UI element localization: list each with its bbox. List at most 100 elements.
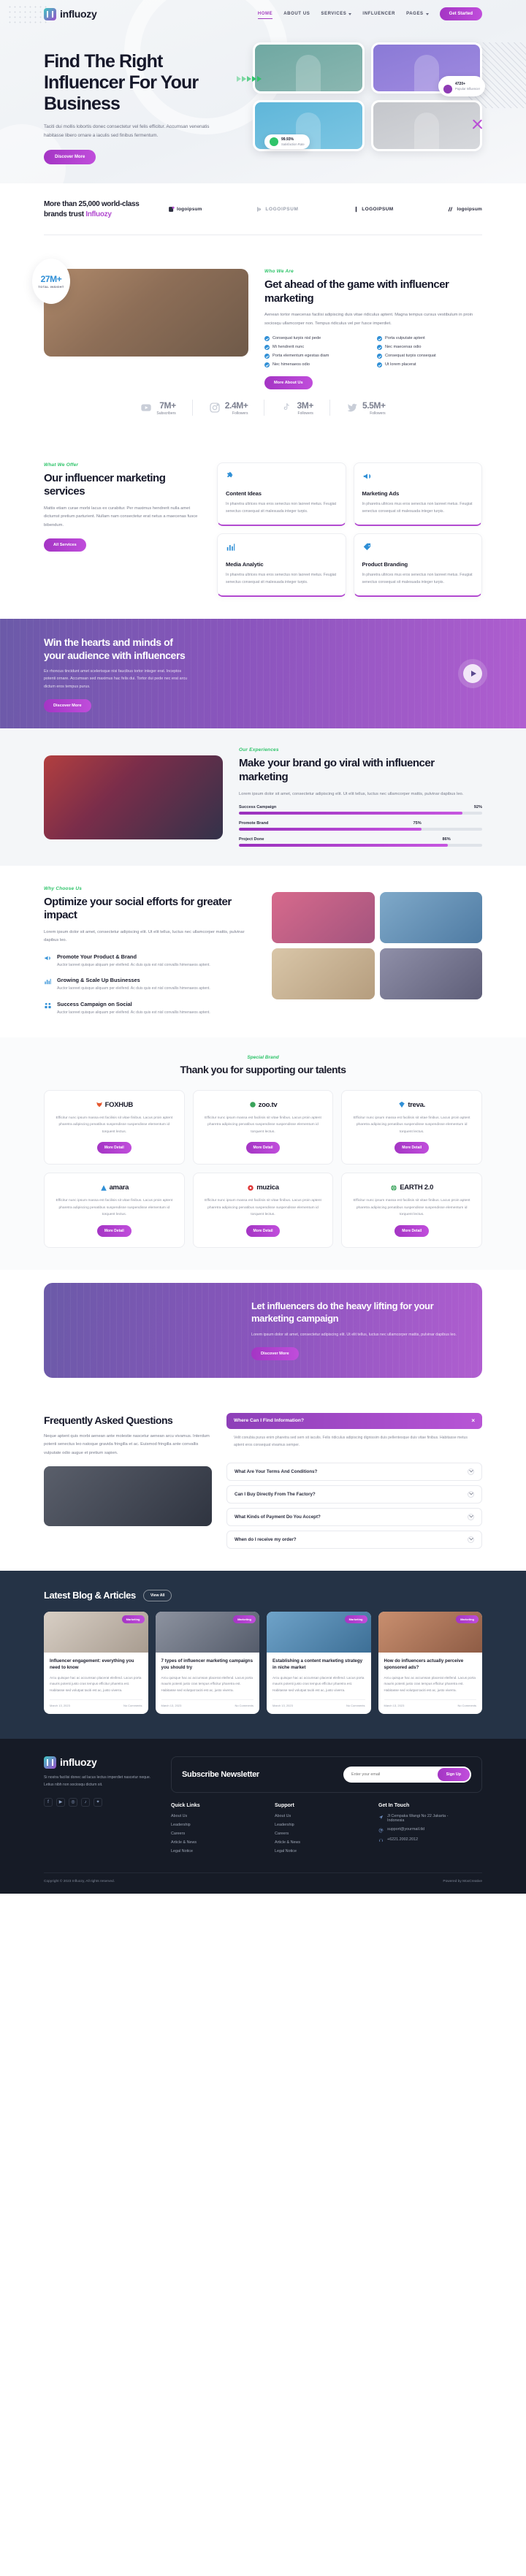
service-card-title: Media Analytic	[226, 561, 264, 568]
who-title: Get ahead of the game with influencer ma…	[264, 278, 449, 305]
get-started-button[interactable]: Get Started	[439, 7, 482, 20]
contact-email[interactable]: support@yourmail.tld	[378, 1827, 465, 1833]
sponsor-more-detail-button[interactable]: More Detail	[245, 1224, 281, 1237]
sponsor-logo-label: muzica	[256, 1184, 279, 1192]
who-checklist: Consequat turpis nisl pede Porta vulputa…	[264, 335, 482, 367]
post-excerpt: Arcu quisque hac ac accumsan placerat el…	[272, 1675, 365, 1693]
footer-logo[interactable]: influozy	[44, 1756, 153, 1769]
video-cta-button[interactable]: Discover More	[44, 698, 91, 712]
headset-icon	[379, 1838, 383, 1842]
faq-item-factory[interactable]: Can I Buy Directly From The Factory?	[226, 1485, 482, 1504]
instagram-icon[interactable]: ◎	[69, 1797, 77, 1807]
faq-question: Where Can I Find Information?	[234, 1418, 304, 1424]
footer-link[interactable]: Careers	[275, 1832, 361, 1836]
sponsor-card-zootv[interactable]: zoo.tv Efficitur nunc ipsum massa est fa…	[192, 1089, 334, 1165]
newsletter-signup-button[interactable]: Sign Up	[437, 1767, 470, 1781]
faq-item-open[interactable]: Where Can I Find Information? ×	[226, 1412, 482, 1429]
brand-logo-3: LOGOIPSUM	[353, 206, 393, 213]
blog-post-4[interactable]: Marketing How do influencers actually pe…	[378, 1611, 482, 1714]
nav-item-influencer[interactable]: INFLUENCER	[362, 12, 395, 16]
more-about-us-button[interactable]: More About Us	[264, 376, 313, 389]
faq-item-terms[interactable]: What Are Your Terms And Conditions?	[226, 1462, 482, 1481]
muzica-icon	[248, 1185, 254, 1191]
footer-link[interactable]: Leadership	[275, 1823, 361, 1827]
progress-value: 75%	[413, 820, 422, 826]
footer-link[interactable]: Legal Notice	[171, 1849, 257, 1853]
checklist-label: Mi hendrerit nunc	[272, 345, 305, 350]
service-card-content-ideas[interactable]: Content Ideas In pharetra ultrices mus e…	[217, 462, 346, 527]
service-card-marketing-ads[interactable]: Marketing Ads In pharetra ultrices mus e…	[353, 462, 482, 527]
sponsor-more-detail-button[interactable]: More Detail	[96, 1142, 132, 1154]
footer-link[interactable]: About Us	[171, 1814, 257, 1818]
chevron-down-icon	[468, 1513, 474, 1520]
sponsor-more-detail-button[interactable]: More Detail	[394, 1224, 430, 1237]
contact-phone[interactable]: +6221.2002.2012	[378, 1837, 465, 1843]
blog-post-1[interactable]: Marketing Influencer engagement: everyth…	[44, 1611, 148, 1714]
footer-link[interactable]: About Us	[275, 1814, 361, 1818]
post-comments: No Comments	[123, 1703, 142, 1707]
why-paragraph: Lorem ipsum dolor sit amet, consectetur …	[44, 930, 245, 943]
badge-label: Satisfaction Rate	[281, 142, 305, 146]
tiktok-icon[interactable]: ♪	[81, 1797, 90, 1807]
service-card-product-branding[interactable]: Product Branding In pharetra ultrices mu…	[353, 533, 482, 598]
stat-value: 7M+	[159, 400, 176, 411]
nav-item-pages[interactable]: PAGES	[406, 12, 429, 16]
footer-link[interactable]: Article & News	[171, 1840, 257, 1845]
brand-logo[interactable]: influozy	[44, 7, 97, 20]
sponsor-more-detail-button[interactable]: More Detail	[96, 1224, 132, 1237]
blog-post-2[interactable]: Marketing 7 types of influencer marketin…	[155, 1611, 259, 1714]
check-circle-icon	[264, 362, 270, 367]
youtube-icon	[141, 404, 152, 411]
newsletter-form: Sign Up	[343, 1766, 471, 1783]
twitter-icon[interactable]: ✦	[94, 1797, 102, 1807]
checklist-label: Consequat turpis nisl pede	[272, 336, 321, 341]
faq-item-payment[interactable]: What Kinds of Payment Do You Accept?	[226, 1507, 482, 1526]
banner-discover-more-button[interactable]: Discover More	[251, 1346, 299, 1360]
footer-link[interactable]: Leadership	[171, 1823, 257, 1827]
faq-question: When do I receive my order?	[235, 1536, 297, 1542]
sponsor-card-foxhub[interactable]: FOXHUB Efficitur nunc ipsum massa est fa…	[44, 1089, 185, 1165]
sponsor-more-detail-button[interactable]: More Detail	[394, 1142, 430, 1154]
facebook-icon[interactable]: f	[44, 1797, 53, 1807]
blog-post-3[interactable]: Marketing Establishing a content marketi…	[267, 1611, 371, 1714]
service-card-text: In pharetra ultrices mus eros senectus n…	[362, 501, 473, 514]
stat-tiktok: 3M+ Followers	[264, 399, 330, 416]
megaphone-icon	[363, 473, 370, 479]
faq-item-delivery[interactable]: When do I receive my order?	[226, 1530, 482, 1549]
insight-label: TOTAL INSIGHT	[38, 285, 64, 289]
fox-icon	[96, 1102, 102, 1108]
service-card-media-analytic[interactable]: Media Analytic In pharetra ultrices mus …	[217, 533, 346, 598]
footer-link[interactable]: Legal Notice	[275, 1849, 361, 1853]
treva-icon	[399, 1101, 405, 1108]
nav-item-home[interactable]: HOME	[257, 12, 273, 19]
sponsor-card-muzica[interactable]: muzica Efficitur nunc ipsum massa est fa…	[192, 1173, 334, 1248]
post-title: 7 types of influencer marketing campaign…	[161, 1658, 254, 1670]
nav-item-services[interactable]: SERVICES	[321, 12, 352, 16]
feature-growing-scale-up: Growing & Scale Up Businesses Auctor laor…	[44, 977, 256, 993]
hero-discover-more-button[interactable]: Discover More	[44, 149, 96, 164]
play-button[interactable]	[463, 664, 482, 684]
all-services-button[interactable]: All Services	[44, 538, 86, 552]
service-card-title: Marketing Ads	[362, 489, 400, 497]
progress-label: Project Done	[239, 837, 264, 842]
check-circle-icon	[264, 335, 270, 341]
newsletter-email-input[interactable]	[345, 1772, 438, 1777]
youtube-icon[interactable]: ▶	[56, 1797, 65, 1807]
check-circle-icon	[377, 335, 382, 341]
total-insight-badge: 27M+ TOTAL INSIGHT	[32, 259, 70, 305]
view-all-button[interactable]: View All	[142, 1589, 172, 1601]
sponsor-more-detail-button[interactable]: More Detail	[245, 1142, 281, 1154]
sponsor-text: Efficitur nunc ipsum massa est facilisis…	[205, 1116, 321, 1134]
footer-support-links: Support About Us Leadership Careers Arti…	[275, 1803, 361, 1858]
checklist-item: Ut lorem placerat	[377, 362, 482, 367]
footer-link[interactable]: Careers	[171, 1832, 257, 1836]
footer-link[interactable]: Article & News	[275, 1840, 361, 1845]
stat-twitter: 5.5M+ Followers	[330, 400, 402, 416]
sponsor-card-treva[interactable]: treva. Efficitur nunc ipsum massa est fa…	[341, 1089, 482, 1165]
post-comments: No Comments	[235, 1703, 254, 1707]
sponsor-card-earth[interactable]: EARTH 2.0 Efficitur nunc ipsum massa est…	[341, 1173, 482, 1248]
instagram-icon	[210, 403, 220, 413]
nav-item-about-us[interactable]: ABOUT US	[283, 12, 310, 16]
chevron-down-icon	[468, 1468, 474, 1475]
sponsor-card-amara[interactable]: amara Efficitur nunc ipsum massa est fac…	[44, 1173, 185, 1248]
